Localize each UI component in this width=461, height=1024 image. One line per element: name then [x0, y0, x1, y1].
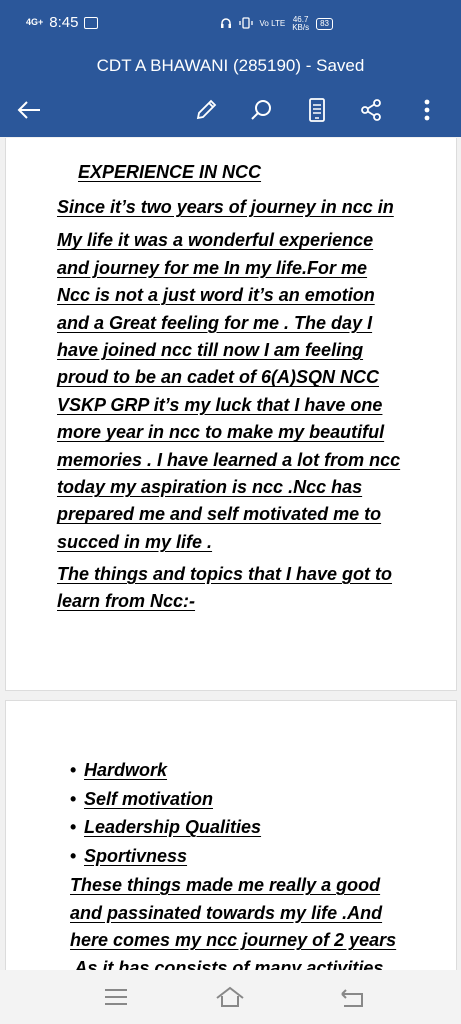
- text-line: The things and topics that I have got to: [57, 564, 393, 584]
- text-line: Ncc is not a just word it’s an emotion: [57, 285, 375, 306]
- paragraph-3: These things made me really a good and p…: [70, 872, 396, 982]
- network-speed: 46.7 KB/s: [292, 15, 310, 32]
- headphones-icon: [220, 17, 232, 31]
- status-bar: 4G+ 8:45 Vo LTE 46.7 KB/s 83: [0, 0, 461, 44]
- text-line: My life it was a wonderful experience: [57, 230, 374, 251]
- text-line: VSKP GRP it’s my luck that I have one: [57, 394, 383, 415]
- text-line: Since it’s two years of journey in ncc i…: [57, 197, 394, 217]
- status-time: 8:45: [49, 14, 79, 31]
- back-icon[interactable]: [336, 984, 368, 1010]
- text-line: proud to be an cadet of 6(A)SQN NCC: [57, 367, 380, 388]
- pencil-icon[interactable]: [191, 95, 221, 125]
- paragraph-1: Since it’s two years of journey in ncc i…: [57, 194, 400, 556]
- network-indicator: 4G+: [26, 17, 44, 27]
- bullet-icon: •: [70, 760, 77, 780]
- text-line: memories . I have learned a lot from ncc: [57, 449, 401, 470]
- text-line: and a Great feeling for me . The day I: [57, 312, 373, 333]
- search-icon[interactable]: [246, 95, 276, 125]
- text-line: learn from Ncc:-: [57, 591, 196, 611]
- list-item: • Self motivation: [70, 785, 261, 814]
- text-line: here comes my ncc journey of 2 years: [70, 930, 397, 950]
- mail-icon: [84, 16, 99, 29]
- bullet-icon: •: [70, 845, 77, 866]
- list-item: • Sportivness: [70, 842, 261, 871]
- bullet-list: • Hardwork • Self motivation • Leadership Q…: [70, 756, 261, 870]
- app-header: 4G+ 8:45 Vo LTE 46.7 KB/s 83 CDT A BHAWA…: [0, 0, 461, 137]
- text-line: These things made me really a good: [70, 875, 381, 895]
- reading-view-icon[interactable]: [302, 95, 332, 125]
- text-line: have joined ncc till now I am feeling: [57, 340, 364, 361]
- home-icon[interactable]: [214, 984, 246, 1010]
- text-line: prepared me and self motivated me to: [57, 504, 382, 525]
- bullet-icon: •: [70, 788, 77, 809]
- list-item: • Leadership Qualities: [70, 813, 261, 842]
- menu-icon[interactable]: [100, 984, 132, 1010]
- text-line: succed in my life .: [57, 531, 213, 552]
- bullet-icon: •: [70, 817, 77, 837]
- more-vert-icon[interactable]: [412, 95, 442, 125]
- paragraph-2: The things and topics that I have got to…: [57, 561, 392, 615]
- back-arrow-icon[interactable]: [14, 95, 44, 125]
- share-icon[interactable]: [356, 95, 386, 125]
- battery-icon: 83: [316, 18, 333, 30]
- vibrate-icon: [238, 17, 253, 31]
- toolbar: [0, 90, 461, 130]
- document-heading: EXPERIENCE IN NCC: [78, 162, 262, 182]
- text-line: and journey for me In my life.For me: [57, 257, 368, 278]
- text-line: more year in ncc to make my beautiful: [57, 422, 385, 443]
- document-title: CDT A BHAWANI (285190) - Saved: [96, 56, 365, 75]
- list-item: • Hardwork: [70, 756, 261, 785]
- text-line: and passinated towards my life .And: [70, 902, 383, 923]
- volte-indicator: Vo LTE: [259, 19, 286, 28]
- text-line: today my aspiration is ncc .Ncc has: [57, 477, 363, 498]
- system-nav-bar: [0, 970, 461, 1024]
